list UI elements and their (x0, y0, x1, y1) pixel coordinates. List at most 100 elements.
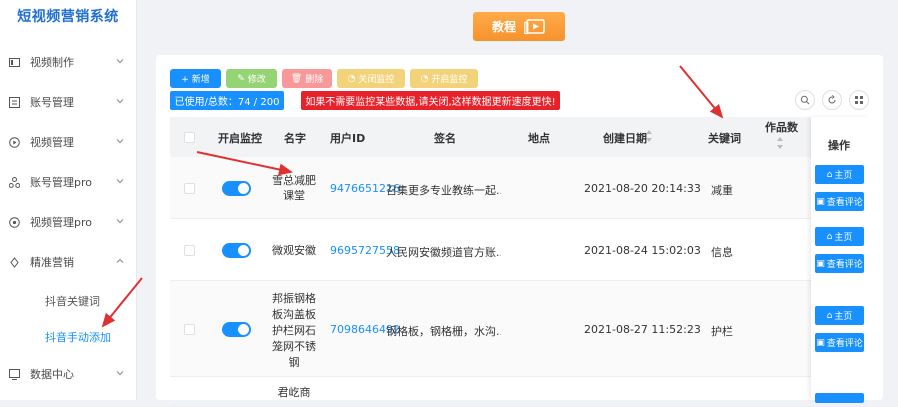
sign-cell: 召集更多专业教练一起... (386, 184, 501, 197)
name-cell: 邦振钢格板沟盖板护栏网石笼网不锈钢 (272, 292, 316, 369)
chevron-up-icon (116, 258, 124, 263)
sidebar-item-video-make[interactable]: 视频制作 (0, 50, 137, 74)
comment-icon: ▣ (816, 196, 825, 207)
sort-icon[interactable] (776, 136, 784, 150)
monitor-switch[interactable] (222, 243, 251, 258)
table-row: 君屹商 (170, 377, 869, 407)
header-works[interactable]: 作品数 (765, 119, 798, 135)
home-button[interactable]: ⌂ 主页 (815, 165, 864, 184)
header-monitor: 开启监控 (218, 132, 262, 145)
chevron-down-icon (116, 371, 124, 376)
header-uid: 用户ID (330, 132, 366, 145)
home-button-label: 主页 (834, 171, 853, 181)
app-title: 短视频营销系统 (17, 9, 119, 25)
monitor-switch[interactable] (222, 322, 251, 337)
trash-icon: 🗑 (290, 73, 303, 84)
view-comments-button[interactable]: ▣ 查看评论 (815, 192, 864, 211)
sidebar-item-label: 视频制作 (30, 56, 74, 69)
name-cell: 微观安徽 (272, 244, 316, 257)
sign-cell: 钢格板，钢格栅，水沟... (386, 325, 501, 338)
select-all-checkbox[interactable] (184, 132, 195, 143)
chevron-down-icon (116, 59, 124, 64)
sidebar-item-label: 视频管理 (30, 136, 74, 149)
data-icon (8, 368, 20, 380)
usage-badge: 已使用/总数：74 / 200 (170, 91, 284, 110)
header-name: 名字 (284, 132, 306, 145)
name-cell: 君屹商 (277, 386, 311, 399)
home-icon: ⌂ (826, 231, 833, 242)
edit-icon: ✎ (237, 73, 245, 84)
sidebar-item-video-manage[interactable]: 视频管理 (0, 130, 137, 154)
play-icon (524, 18, 545, 34)
refresh-icon[interactable] (822, 90, 842, 110)
sidebar-item-video-pro[interactable]: 视频管理pro (0, 210, 137, 234)
add-button[interactable]: + 新增 (170, 69, 221, 88)
start-monitor-label: 开启监控 (431, 75, 468, 85)
view-comments-label: 查看评论 (826, 339, 863, 349)
sidebar-item-label: 精准营销 (30, 256, 74, 269)
sidebar-item-label: 账号管理 (30, 96, 74, 109)
keyword-cell: 护栏 (711, 325, 733, 338)
header-ops: 操作 (828, 139, 850, 152)
add-button-label: + 新增 (181, 75, 210, 85)
view-comments-button[interactable]: ▣ 查看评论 (815, 333, 864, 352)
monitor-switch[interactable] (222, 181, 251, 196)
table-row: 微观安徽 9695727558 人民网安徽频道官方账... 2021-08-24… (170, 219, 869, 281)
table-row: 邦振钢格板沟盖板护栏网石笼网不锈钢 7098646492 钢格板，钢格栅，水沟.… (170, 281, 869, 377)
warning-banner: 如果不需要监控某些数据,请关闭,这样数据更新速度更快! (301, 91, 560, 110)
view-comments-button[interactable]: ▣ 查看评论 (815, 254, 864, 273)
created-cell: 2021-08-27 11:52:23 (584, 323, 701, 336)
home-button[interactable]: ⌂ 主页 (815, 306, 864, 325)
chevron-down-icon (116, 139, 124, 144)
sidebar-item-label: 视频管理pro (30, 216, 92, 229)
keyword-cell: 信息 (711, 246, 733, 259)
stop-monitor-label: 关闭监控 (358, 75, 395, 85)
home-button[interactable] (815, 393, 864, 403)
search-icon[interactable] (795, 90, 815, 110)
sidebar: 短视频营销系统 视频制作 账号管理 视频管理 账号管理pro 视频管理pro 精… (0, 0, 137, 400)
created-cell: 2021-08-24 15:02:03 (584, 244, 701, 257)
video-make-icon (8, 56, 20, 68)
sidebar-item-label: 账号管理pro (30, 176, 92, 189)
view-comments-label: 查看评论 (826, 260, 863, 270)
stop-monitor-button[interactable]: ◔ 关闭监控 (337, 69, 405, 88)
chevron-down-icon (116, 179, 124, 184)
sign-cell: 人民网安徽频道官方账... (386, 246, 501, 259)
sidebar-item-account-pro[interactable]: 账号管理pro (0, 170, 137, 194)
clock-icon: ◔ (347, 73, 356, 84)
clock-icon: ◔ (420, 73, 429, 84)
grid-icon[interactable] (849, 90, 869, 110)
operations-column: 操作 ⌂ 主页 ▣ 查看评论 ⌂ 主页 ▣ 查看评论 ⌂ 主页 ▣ 查看评论 (811, 117, 869, 403)
delete-button-label: 删除 (305, 75, 324, 85)
row-checkbox[interactable] (184, 245, 195, 256)
video-manage-icon (8, 136, 20, 148)
delete-button[interactable]: 🗑 删除 (282, 69, 332, 88)
row-checkbox[interactable] (184, 324, 195, 335)
tutorial-label: 教程 (491, 20, 516, 34)
tutorial-button[interactable]: 教程 (473, 12, 565, 41)
table-header: 开启监控 名字 用户ID 签名 地点 创建日期 关键词 作品数 (170, 117, 869, 157)
comment-icon: ▣ (816, 337, 825, 348)
home-button-label: 主页 (834, 312, 853, 322)
created-cell: 2021-08-20 20:14:33 (584, 182, 701, 195)
sidebar-item-account[interactable]: 账号管理 (0, 90, 137, 114)
account-pro-icon (8, 176, 20, 188)
account-icon (8, 96, 20, 108)
sort-icon[interactable] (645, 129, 653, 143)
sidebar-subitem-douyin-manual-add[interactable]: 抖音手动添加 (45, 329, 111, 345)
header-sign: 签名 (434, 132, 456, 145)
header-keyword: 关键词 (708, 132, 741, 145)
sidebar-item-marketing[interactable]: 精准营销 (0, 250, 137, 274)
row-checkbox[interactable] (184, 183, 195, 194)
name-cell: 雪总减肥课堂 (272, 174, 316, 202)
header-created[interactable]: 创建日期 (603, 130, 647, 146)
edit-button[interactable]: ✎ 修改 (226, 69, 277, 88)
sidebar-item-data-center[interactable]: 数据中心 (0, 362, 137, 386)
home-button-label: 主页 (834, 233, 853, 243)
home-button[interactable]: ⌂ 主页 (815, 227, 864, 246)
start-monitor-button[interactable]: ◔ 开启监控 (410, 69, 478, 88)
sidebar-subitem-douyin-keyword[interactable]: 抖音关键词 (45, 293, 100, 309)
edit-button-label: 修改 (247, 75, 266, 85)
video-pro-icon (8, 216, 20, 228)
view-comments-label: 查看评论 (826, 198, 863, 208)
